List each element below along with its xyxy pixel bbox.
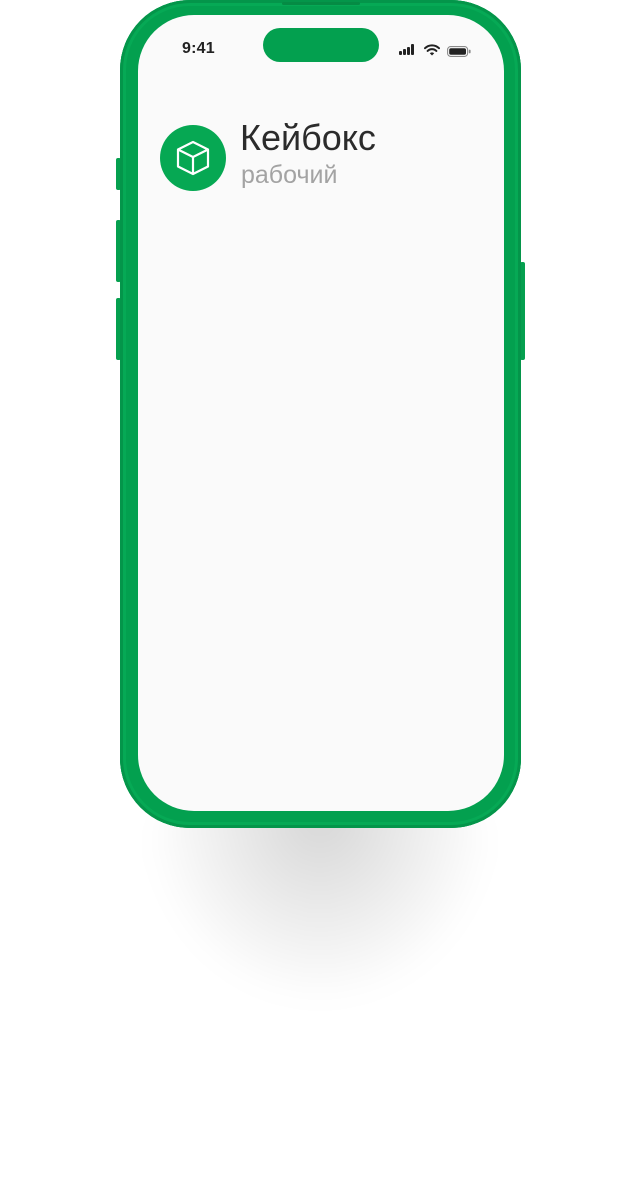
status-time: 9:41 (182, 40, 215, 57)
phone-screen: 9:41 Кейбокс рабочий (138, 15, 504, 811)
status-icons (399, 43, 475, 57)
cube-icon (176, 140, 210, 176)
app-subtitle: рабочий (241, 161, 338, 189)
cellular-signal-icon (399, 43, 417, 55)
wifi-icon (424, 43, 440, 56)
app-header[interactable]: Кейбокс рабочий (160, 117, 480, 195)
app-icon (160, 125, 226, 191)
app-title: Кейбокс (240, 117, 376, 158)
dynamic-island (263, 28, 379, 62)
top-speaker (282, 2, 360, 5)
battery-icon (447, 44, 471, 57)
device-mockup-stage: 9:41 Кейбокс рабочий (0, 0, 641, 1188)
